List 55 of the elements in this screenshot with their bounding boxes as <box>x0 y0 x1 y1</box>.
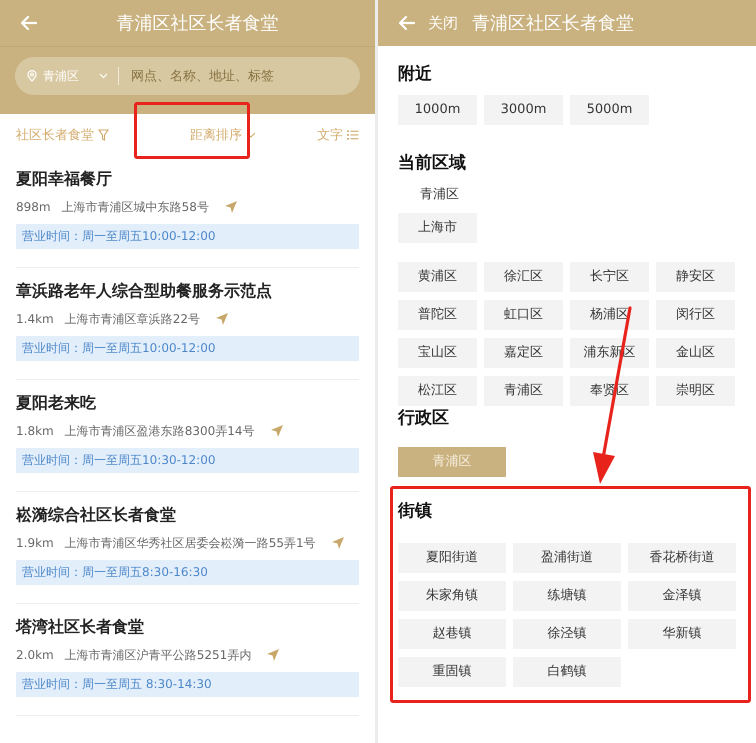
option-chip[interactable]: 赵巷镇 <box>398 619 506 649</box>
option-chip[interactable]: 金山区 <box>656 338 735 368</box>
option-chip[interactable]: 黄浦区 <box>398 262 477 292</box>
distance-text: 2.0km <box>16 648 54 662</box>
option-chip[interactable]: 虹口区 <box>484 300 563 330</box>
option-chip[interactable]: 闵行区 <box>656 300 735 330</box>
option-chip[interactable]: 1000m <box>398 95 477 125</box>
section-heading: 附近 <box>398 63 433 86</box>
option-chip[interactable]: 长宁区 <box>570 262 649 292</box>
page-title: 青浦区社区长者食堂 <box>116 12 278 35</box>
option-chip[interactable]: 香花桥街道 <box>628 543 736 573</box>
option-chip[interactable]: 5000m <box>570 95 649 125</box>
option-chip[interactable]: 嘉定区 <box>484 338 563 368</box>
distance-text: 1.4km <box>16 312 54 326</box>
distance-text: 898m <box>16 200 51 214</box>
current-area-text: 青浦区 <box>419 186 460 204</box>
opening-hours: 营业时间：周一至周五10:00-12:00 <box>16 224 359 249</box>
option-chip[interactable]: 宝山区 <box>398 338 477 368</box>
option-chip[interactable]: 重固镇 <box>398 657 506 687</box>
opening-hours: 营业时间：周一至周五 8:30-14:30 <box>16 672 359 697</box>
option-chip[interactable]: 松江区 <box>398 376 477 406</box>
option-chip[interactable]: 徐泾镇 <box>513 619 621 649</box>
address-text: 上海市青浦区沪青平公路5251弄内 <box>64 646 252 664</box>
section-heading: 当前区域 <box>398 152 467 175</box>
option-chip[interactable]: 金泽镇 <box>628 581 736 611</box>
distance-text: 1.9km <box>16 536 54 550</box>
opening-hours: 营业时间：周一至周五8:30-16:30 <box>16 560 359 585</box>
option-chip[interactable]: 上海市 <box>398 213 477 243</box>
option-chip[interactable]: 华新镇 <box>628 619 736 649</box>
address-text: 上海市青浦区盈港东路8300弄14号 <box>64 422 255 440</box>
option-chip[interactable]: 白鹤镇 <box>513 657 621 687</box>
option-chip[interactable]: 崇明区 <box>656 376 735 406</box>
option-chip[interactable]: 青浦区 <box>484 376 563 406</box>
option-chip[interactable]: 普陀区 <box>398 300 477 330</box>
section-heading: 行政区 <box>398 407 450 430</box>
option-chip[interactable]: 夏阳街道 <box>398 543 506 573</box>
option-chip[interactable]: 练塘镇 <box>513 581 621 611</box>
option-chip[interactable]: 盈浦街道 <box>513 543 621 573</box>
opening-hours: 营业时间：周一至周五10:00-12:00 <box>16 336 359 361</box>
option-chip[interactable]: 3000m <box>484 95 563 125</box>
distance-text: 1.8km <box>16 424 54 438</box>
place-name[interactable]: 夏阳幸福餐厅 <box>16 168 359 190</box>
address-text: 上海市青浦区城中东路58号 <box>62 198 209 216</box>
option-chip[interactable]: 朱家角镇 <box>398 581 506 611</box>
option-chip[interactable]: 徐汇区 <box>484 262 563 292</box>
place-name[interactable]: 塔湾社区长者食堂 <box>16 616 359 638</box>
place-name[interactable]: 崧漪综合社区长者食堂 <box>16 504 359 526</box>
section-heading: 街镇 <box>398 500 433 523</box>
address-text: 上海市青浦区华秀社区居委会崧漪一路55弄1号 <box>64 534 316 552</box>
address-text: 上海市青浦区章浜路22号 <box>64 310 200 328</box>
opening-hours: 营业时间：周一至周五10:30-12:00 <box>16 448 359 473</box>
place-name[interactable]: 章浜路老年人综合型助餐服务示范点 <box>16 280 359 302</box>
page-title: 青浦区社区长者食堂 <box>472 12 634 35</box>
place-name[interactable]: 夏阳老来吃 <box>16 392 359 414</box>
option-chip[interactable]: 静安区 <box>656 262 735 292</box>
